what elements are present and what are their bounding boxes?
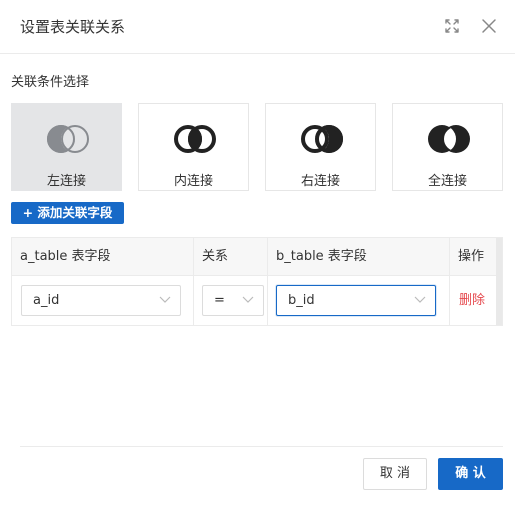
table-scrollbar[interactable] bbox=[496, 238, 502, 325]
column-header-a-field: a_table 表字段 bbox=[12, 238, 194, 276]
cancel-button[interactable]: 取 消 bbox=[363, 458, 427, 490]
relation-select[interactable]: = bbox=[202, 285, 264, 316]
right-join-icon bbox=[301, 125, 343, 153]
footer-divider bbox=[20, 446, 503, 447]
fullscreen-icon[interactable] bbox=[442, 16, 462, 36]
close-icon[interactable] bbox=[479, 16, 499, 36]
join-option-left[interactable]: 左连接 bbox=[11, 103, 122, 191]
add-join-field-button[interactable]: + 添加关联字段 bbox=[11, 202, 124, 224]
a-field-select[interactable]: a_id bbox=[21, 285, 181, 316]
dialog-title: 设置表关联关系 bbox=[20, 18, 126, 36]
confirm-button[interactable]: 确 认 bbox=[438, 458, 503, 490]
join-condition-label: 关联条件选择 bbox=[11, 75, 90, 90]
join-option-label: 右连接 bbox=[300, 174, 340, 189]
join-option-label: 全连接 bbox=[427, 174, 467, 189]
join-option-inner[interactable]: 内连接 bbox=[138, 103, 249, 191]
a-field-value: a_id bbox=[33, 293, 60, 308]
table-header: a_table 表字段 关系 b_table 表字段 操作 bbox=[12, 238, 502, 276]
delete-row-link[interactable]: 删除 bbox=[459, 276, 485, 325]
full-join-icon bbox=[428, 125, 470, 153]
inner-join-icon bbox=[174, 125, 216, 153]
column-header-b-field: b_table 表字段 bbox=[268, 238, 450, 276]
dialog-header: 设置表关联关系 bbox=[0, 0, 515, 54]
column-header-action: 操作 bbox=[458, 249, 485, 264]
b-field-select[interactable]: b_id bbox=[276, 285, 436, 316]
chevron-down-icon bbox=[242, 296, 254, 303]
table-row: a_id = b_id 删除 bbox=[12, 276, 502, 325]
b-field-value: b_id bbox=[288, 293, 315, 308]
join-fields-table: a_table 表字段 关系 b_table 表字段 操作 a_id = b_i… bbox=[11, 237, 503, 326]
left-join-icon bbox=[47, 125, 89, 153]
join-settings-dialog: 设置表关联关系 关联条件选择 左连接 内连接 右连接 全连接 + 添加关联字段 … bbox=[0, 0, 515, 519]
join-option-label: 内连接 bbox=[173, 174, 213, 189]
column-header-relation: 关系 bbox=[194, 238, 268, 276]
chevron-down-icon bbox=[159, 296, 171, 303]
join-option-full[interactable]: 全连接 bbox=[392, 103, 503, 191]
relation-value: = bbox=[214, 293, 225, 308]
chevron-down-icon bbox=[414, 296, 426, 303]
join-option-label: 左连接 bbox=[46, 174, 86, 189]
join-option-right[interactable]: 右连接 bbox=[265, 103, 376, 191]
